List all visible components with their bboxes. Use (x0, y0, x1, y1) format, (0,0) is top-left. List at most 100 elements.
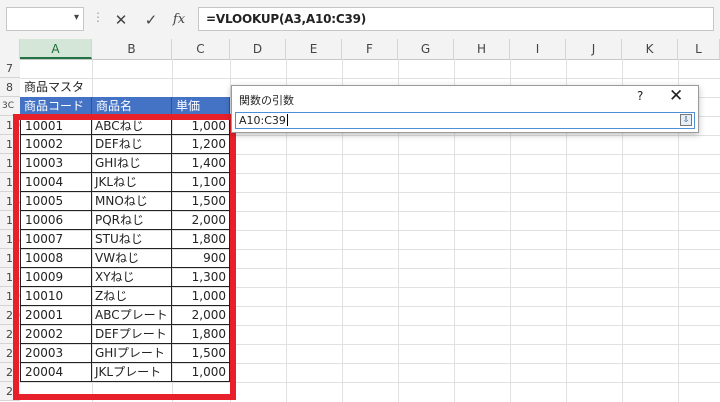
range-input-text: A10:C39 (239, 114, 286, 127)
column-header-i[interactable]: I (510, 39, 566, 59)
row-header[interactable]: 11 (0, 135, 20, 154)
table-cell[interactable]: 1,000 (172, 287, 230, 306)
row-header[interactable]: 23 (0, 382, 20, 401)
column-header-row: A B C D E F G H I J K L (0, 39, 720, 60)
gridline (20, 382, 720, 383)
range-input-value: A10:C39 (239, 114, 288, 127)
row-header[interactable]: 12 (0, 154, 20, 173)
table-cell[interactable]: 20004 (20, 363, 92, 382)
range-input[interactable]: A10:C39 ⇩ (235, 112, 695, 129)
header-cell-code[interactable]: 商品コード (20, 97, 92, 116)
row-header[interactable]: 19 (0, 287, 20, 306)
table-cell[interactable]: 20003 (20, 344, 92, 363)
table-cell[interactable]: 10003 (20, 154, 92, 173)
table-cell[interactable]: 1,800 (172, 325, 230, 344)
row-header[interactable]: 13 (0, 173, 20, 192)
table-cell[interactable]: 20002 (20, 325, 92, 344)
enter-icon[interactable]: ✓ (140, 9, 162, 31)
column-header-h[interactable]: H (454, 39, 510, 59)
formula-prefix: = (206, 12, 216, 26)
row-header[interactable]: 3C (0, 97, 20, 116)
table-cell[interactable]: STUねじ (92, 230, 172, 249)
table-cell[interactable]: 10008 (20, 249, 92, 268)
row-header[interactable]: 18 (0, 268, 20, 287)
header-cell-name[interactable]: 商品名 (92, 97, 172, 116)
help-icon[interactable]: ? (637, 89, 643, 103)
table-cell[interactable]: JKLねじ (92, 173, 172, 192)
table-cell[interactable]: 10002 (20, 135, 92, 154)
select-all-corner[interactable] (0, 39, 20, 59)
column-header-k[interactable]: K (622, 39, 678, 59)
column-header-f[interactable]: F (342, 39, 398, 59)
insert-function-icon[interactable]: fx (168, 9, 190, 31)
table-cell[interactable]: 1,500 (172, 192, 230, 211)
table-cell[interactable]: 10006 (20, 211, 92, 230)
table-cell[interactable]: 10010 (20, 287, 92, 306)
table-cell[interactable]: DEFねじ (92, 135, 172, 154)
name-box[interactable]: ▾ (6, 7, 84, 31)
table-cell[interactable]: 10009 (20, 268, 92, 287)
table-cell[interactable]: 10004 (20, 173, 92, 192)
column-header-g[interactable]: G (398, 39, 454, 59)
drag-handle-icon[interactable]: ⋮ (92, 10, 104, 24)
table-cell[interactable]: 1,000 (172, 363, 230, 382)
table-cell[interactable]: 1,000 (172, 116, 230, 135)
formula-args: (A3,A10:C39) (279, 12, 367, 26)
close-icon[interactable]: ✕ (669, 86, 683, 106)
table-cell[interactable]: 20001 (20, 306, 92, 325)
row-header[interactable]: 20 (0, 306, 20, 325)
column-header-a[interactable]: A (20, 39, 92, 59)
formula-input[interactable]: =VLOOKUP(A3,A10:C39) (198, 7, 714, 31)
table-cell[interactable]: MNOねじ (92, 192, 172, 211)
table-cell[interactable]: 10001 (20, 116, 92, 135)
table-cell[interactable]: 10007 (20, 230, 92, 249)
formula-bar: ▾ ⋮ ✕ ✓ fx =VLOOKUP(A3,A10:C39) (0, 0, 720, 40)
table-cell[interactable]: JKLプレート (92, 363, 172, 382)
row-header[interactable]: 10 (0, 116, 20, 135)
row-header[interactable]: 22 (0, 344, 20, 363)
table-cell[interactable]: GHIねじ (92, 154, 172, 173)
column-header-c[interactable]: C (172, 39, 230, 59)
sheet-title-cell[interactable]: 商品マスタ (24, 78, 164, 97)
table-cell[interactable]: GHIプレート (92, 344, 172, 363)
cancel-icon[interactable]: ✕ (110, 9, 132, 31)
dialog-title: 関数の引数 (239, 94, 294, 107)
table-cell[interactable]: 1,100 (172, 173, 230, 192)
column-header-e[interactable]: E (286, 39, 342, 59)
table-cell[interactable]: 10005 (20, 192, 92, 211)
row-header[interactable]: 21 (0, 325, 20, 344)
row-header[interactable]: 15 (0, 211, 20, 230)
formula-text: =VLOOKUP(A3,A10:C39) (206, 12, 366, 26)
column-header-b[interactable]: B (92, 39, 172, 59)
function-arguments-dialog[interactable]: 関数の引数 ? ✕ A10:C39 ⇩ (231, 85, 699, 133)
table-cell[interactable]: DEFプレート (92, 325, 172, 344)
column-header-d[interactable]: D (230, 39, 286, 59)
table-cell[interactable]: 1,400 (172, 154, 230, 173)
row-header[interactable]: 16 (0, 230, 20, 249)
table-cell[interactable]: 1,300 (172, 268, 230, 287)
table-cell[interactable]: XYねじ (92, 268, 172, 287)
table-cell[interactable]: 1,800 (172, 230, 230, 249)
column-header-j[interactable]: J (566, 39, 622, 59)
expand-dialog-icon[interactable]: ⇩ (680, 114, 692, 126)
row-header[interactable]: 14 (0, 192, 20, 211)
table-cell[interactable]: VWねじ (92, 249, 172, 268)
table-cell[interactable]: PQRねじ (92, 211, 172, 230)
table-cell[interactable]: ABCプレート (92, 306, 172, 325)
table-cell[interactable]: ABCねじ (92, 116, 172, 135)
table-cell[interactable]: Zねじ (92, 287, 172, 306)
table-cell[interactable]: 900 (172, 249, 230, 268)
row-header[interactable]: 17 (0, 249, 20, 268)
table-cell[interactable]: 2,000 (172, 211, 230, 230)
formula-function: VLOOKUP (215, 12, 279, 26)
table-cell[interactable]: 1,200 (172, 135, 230, 154)
header-cell-price[interactable]: 単価 (172, 97, 230, 116)
table-cell[interactable]: 1,500 (172, 344, 230, 363)
row-header[interactable]: 7 (0, 59, 20, 78)
row-header[interactable]: 8 (0, 78, 20, 97)
text-caret (286, 114, 288, 126)
table-cell[interactable]: 2,000 (172, 306, 230, 325)
column-header-l[interactable]: L (678, 39, 720, 59)
row-header[interactable]: 23 (0, 363, 20, 382)
chevron-down-icon[interactable]: ▾ (74, 12, 79, 23)
